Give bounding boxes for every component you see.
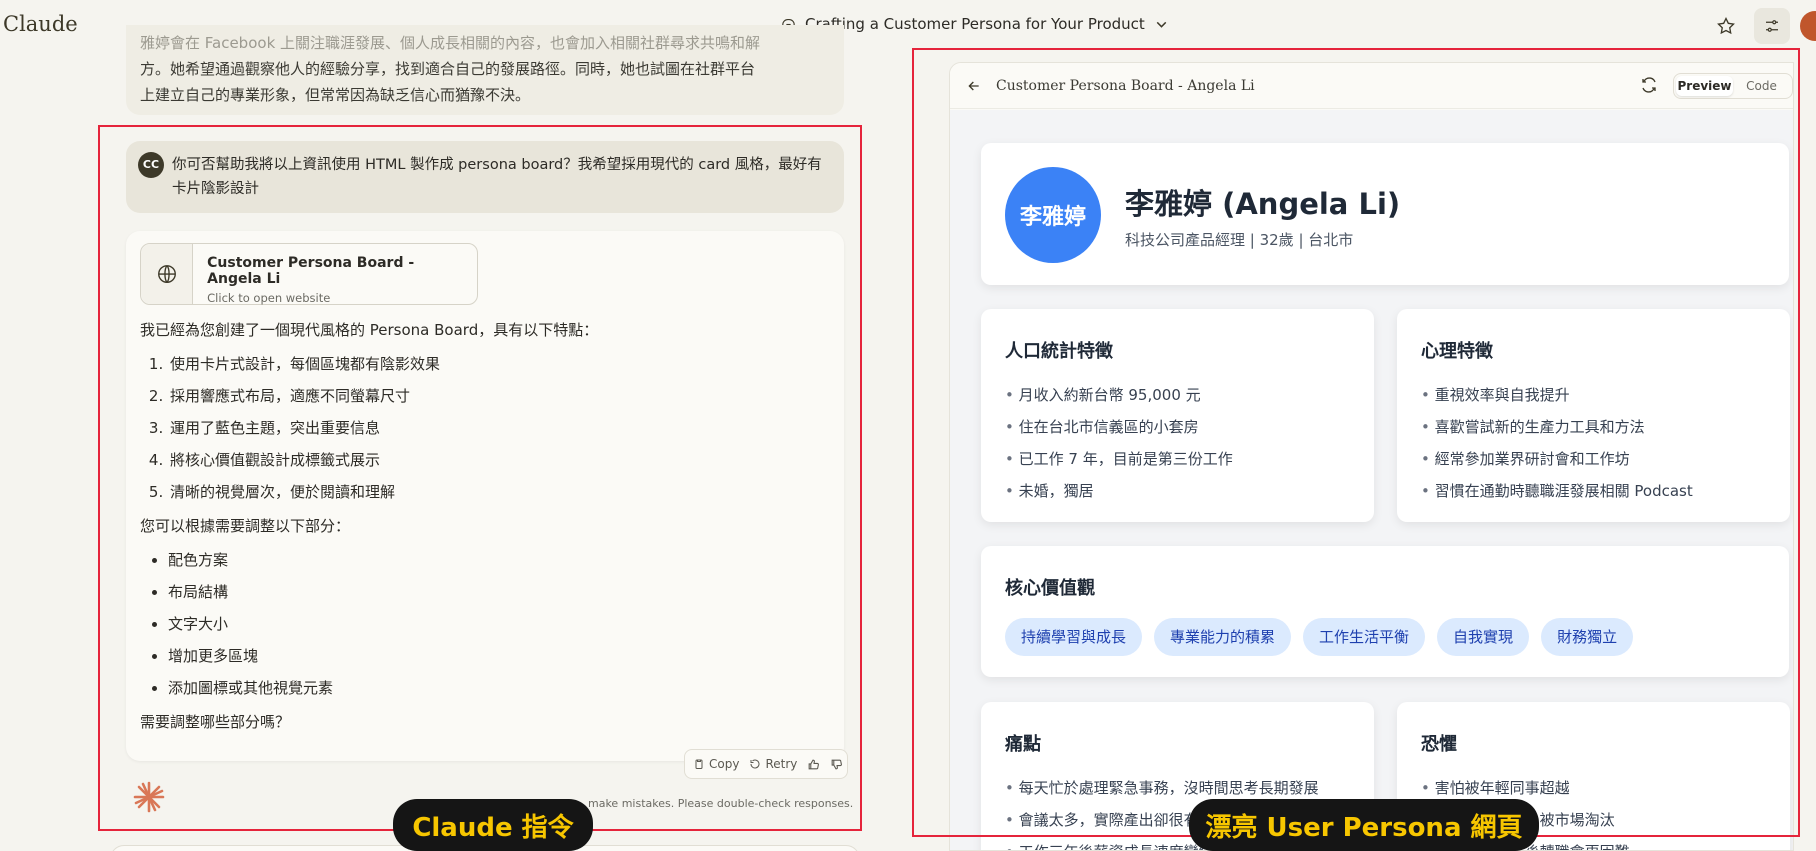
list-item: 文字大小 [168,613,830,635]
artifact-icon-box [141,244,194,304]
user-message-avatar: CC [138,152,164,178]
psychology-card: 心理特徵 重視效率與自我提升 喜歡嘗試新的生產力工具和方法 經常參加業界研討會和… [1397,309,1790,522]
artifact-card[interactable]: Customer Persona Board - Angela Li Click… [140,243,478,305]
card-title: 心理特徵 [1421,341,1493,362]
list-item: 採用響應式布局，適應不同螢幕尺寸 [168,385,830,407]
star-button[interactable] [1708,8,1744,44]
right-annotation-label: 漂亮 User Persona 網頁 [1189,799,1539,851]
list-item: 未婚，獨居 [1005,475,1233,507]
demographics-card: 人口統計特徵 月收入約新台幣 95,000 元 住在台北市信義區的小套房 已工作… [981,309,1374,522]
list-item: 重視效率與自我提升 [1421,379,1693,411]
retry-label: Retry [765,757,798,771]
card-title: 痛點 [1005,734,1041,755]
thumbs-up-button[interactable] [807,758,820,771]
value-tag: 工作生活平衡 [1303,618,1426,656]
card-title: 人口統計特徵 [1005,341,1113,362]
core-values-card: 核心價值觀 持續學習與成長 專業能力的積累 工作生活平衡 自我實現 財務獨立 [981,546,1789,677]
list-item: 增加更多區塊 [168,645,830,667]
persona-avatar: 李雅婷 [1005,167,1101,263]
psychology-list: 重視效率與自我提升 喜歡嘗試新的生產力工具和方法 經常參加業界研討會和工作坊 習… [1421,379,1693,507]
card-title: 恐懼 [1421,734,1457,755]
previous-message: 雅婷會在 Facebook 上關注職涯發展、個人成長相關的內容，也會加入相關社群… [126,25,844,115]
globe-icon [157,265,176,283]
list-item: 將核心價值觀設計成標籤式展示 [168,449,830,471]
list-item: 已工作 7 年，目前是第三份工作 [1005,443,1233,475]
list-item: 使用卡片式設計，每個區塊都有陰影效果 [168,353,830,375]
claude-spark-icon [133,781,165,813]
value-tags: 持續學習與成長 專業能力的積累 工作生活平衡 自我實現 財務獨立 [1005,618,1634,656]
adjust-list: 配色方案 布局結構 文字大小 增加更多區塊 添加圖標或其他視覺元素 [168,549,830,699]
value-tag: 自我實現 [1437,618,1530,656]
persona-subtitle: 科技公司產品經理 | 32歲 | 台北市 [1125,231,1354,249]
back-arrow-icon[interactable] [966,78,982,94]
list-item: 布局結構 [168,581,830,603]
list-item: 住在台北市信義區的小套房 [1005,411,1233,443]
value-tag: 財務獨立 [1541,618,1634,656]
left-annotation-label: Claude 指令 [393,799,593,851]
artifact-subtitle: Click to open website [207,291,331,305]
star-icon [1717,16,1735,35]
demographics-list: 月收入約新台幣 95,000 元 住在台北市信義區的小套房 已工作 7 年，目前… [1005,379,1233,507]
user-avatar[interactable] [1800,11,1816,41]
refresh-icon[interactable] [1640,76,1658,94]
sliders-icon [1766,20,1778,32]
user-message-text: 你可否幫助我將以上資訊使用 HTML 製作成 persona board？我希望… [172,157,822,197]
list-item: 經常參加業界研討會和工作坊 [1421,443,1693,475]
persona-name: 李雅婷 (Angela Li) [1125,187,1401,221]
retry-button[interactable]: Retry [749,757,797,771]
previous-message-line: 方。她希望通過觀察他人的經驗分享，找到適合自己的發展路徑。同時，她也試圖在社群平… [140,60,756,78]
preview-tab[interactable]: Preview [1676,76,1733,96]
persona-hero-card: 李雅婷 李雅婷 (Angela Li) 科技公司產品經理 | 32歲 | 台北市 [981,143,1789,285]
response-intro: 我已經為您創建了一個現代風格的 Persona Board，具有以下特點： [140,321,599,339]
artifact-title: Customer Persona Board - Angela Li [207,255,415,287]
response-closing: 需要調整哪些部分嗎？ [140,713,291,731]
disclaimer-text: make mistakes. Please double-check respo… [588,797,854,810]
list-item: 習慣在通勤時聽職涯發展相關 Podcast [1421,475,1693,507]
list-item: 添加圖標或其他視覺元素 [168,677,830,699]
copy-label: Copy [709,757,740,771]
retry-icon [750,759,760,769]
thumbs-up-icon [809,759,820,769]
message-actions: Copy Retry [684,749,848,779]
previous-message-line: 雅婷會在 Facebook 上關注職涯發展、個人成長相關的內容，也會加入相關社群… [140,34,761,52]
list-item: 清晰的視覺層次，便於閱讀和理解 [168,481,830,503]
chat-column: 雅婷會在 Facebook 上關注職涯發展、個人成長相關的內容，也會加入相關社群… [0,0,880,851]
list-item: 配色方案 [168,549,830,571]
thumbs-down-icon [832,759,843,769]
value-tag: 專業能力的積累 [1154,618,1292,656]
response-body: 我已經為您創建了一個現代風格的 Persona Board，具有以下特點： 使用… [140,319,830,733]
artifact-panel-title: Customer Persona Board - Angela Li [996,77,1255,94]
list-item: 月收入約新台幣 95,000 元 [1005,379,1233,411]
list-item: 運用了藍色主題，突出重要信息 [168,417,830,439]
user-message: CC 你可否幫助我將以上資訊使用 HTML 製作成 persona board？… [126,141,844,213]
artifact-panel: Customer Persona Board - Angela Li Previ… [949,62,1794,851]
value-tag: 持續學習與成長 [1005,618,1143,656]
thumbs-down-button[interactable] [830,758,843,771]
adjust-intro: 您可以根據需要調整以下部分： [140,517,351,535]
settings-sliders-button[interactable] [1754,8,1790,44]
card-title: 核心價值觀 [1005,578,1095,599]
copy-button[interactable]: Copy [693,757,739,771]
artifact-panel-header: Customer Persona Board - Angela Li Previ… [950,63,1793,109]
list-item: 喜歡嘗試新的生產力工具和方法 [1421,411,1693,443]
view-toggle: Preview Code [1673,73,1793,99]
feature-list: 使用卡片式設計，每個區塊都有陰影效果 採用響應式布局，適應不同螢幕尺寸 運用了藍… [168,353,830,503]
chevron-down-icon [1156,21,1167,28]
code-tab[interactable]: Code [1733,76,1790,96]
persona-page: 李雅婷 李雅婷 (Angela Li) 科技公司產品經理 | 32歲 | 台北市… [950,110,1793,850]
previous-message-line: 上建立自己的專業形象，但常常因為缺乏信心而猶豫不決。 [140,86,531,104]
assistant-response: Customer Persona Board - Angela Li Click… [126,231,844,761]
clipboard-icon [695,759,703,769]
